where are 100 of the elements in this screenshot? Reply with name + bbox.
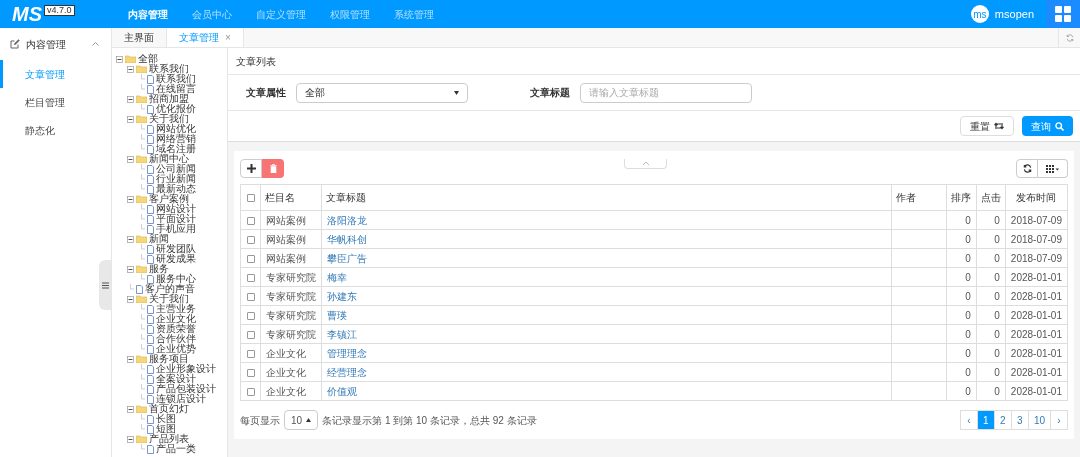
refresh-button[interactable] [1016,159,1038,178]
tree-item[interactable]: 网站设计 [156,204,196,214]
title-link[interactable]: 梅幸 [327,271,347,283]
tree-item[interactable]: 最新动态 [156,184,196,194]
tree-item[interactable]: 新闻中心 [149,154,189,164]
table-cell: 0 [965,252,971,264]
row-checkbox[interactable] [246,273,255,282]
collapse-handle[interactable] [99,260,111,310]
tree-item[interactable]: 网络营销 [156,134,196,144]
tree-item[interactable]: 关于我们 [149,114,189,124]
tree-item[interactable]: 联系我们 [149,64,189,74]
row-checkbox[interactable] [246,387,255,396]
title-link[interactable]: 价值观 [327,385,357,397]
tree-item[interactable]: 客户的声音 [145,284,195,294]
tree-item[interactable]: 长图 [156,414,176,424]
tree-item[interactable]: 合作伙伴 [156,334,196,344]
per-page-select[interactable]: 10 [284,410,319,430]
tree-item[interactable]: 全案设计 [156,374,196,384]
menu-group[interactable]: 内容管理 [10,28,99,60]
collapse-icon[interactable] [127,155,134,163]
collapse-icon[interactable] [127,355,134,363]
tree-item[interactable]: 手机应用 [156,224,196,234]
select-field[interactable]: 全部 [296,82,468,103]
tree-item[interactable]: 关于我们 [149,294,189,304]
table-cell: 网站案例 [266,252,306,264]
collapse-icon[interactable] [127,295,134,303]
row-checkbox[interactable] [246,254,255,263]
collapse-icon[interactable] [127,405,134,413]
collapse-icon[interactable] [127,265,134,273]
table-cell: 企业文化 [266,347,306,359]
sidebar-item[interactable]: 静态化 [0,116,111,144]
tree-item[interactable]: 产品包装设计 [156,384,216,394]
title-link[interactable]: 洛阳洛龙 [327,214,367,226]
sidebar-item[interactable]: 栏目管理 [0,88,111,116]
folder-icon [125,55,136,63]
tree-item[interactable]: 企业优势 [156,344,196,354]
table-cell: 企业文化 [266,385,306,397]
add-button[interactable] [240,159,262,178]
column-header[interactable]: 文章标题 [326,192,366,203]
row-checkbox[interactable] [246,235,255,244]
row-checkbox[interactable] [246,330,255,339]
column-header[interactable]: 栏目名 [265,192,295,203]
tree-item[interactable]: 研发团队 [156,244,196,254]
collapse-icon[interactable] [127,115,134,123]
collapse-icon[interactable] [127,435,134,443]
select-all-checkbox[interactable] [246,194,255,203]
title-link[interactable]: 李镇江 [327,328,357,340]
collapse-toggle[interactable] [624,159,667,169]
collapse-icon[interactable] [127,195,134,203]
tree-item[interactable]: 公司新闻 [156,164,196,174]
title-link[interactable]: 管理理念 [327,347,367,359]
tree-item[interactable]: 服务 [149,264,169,274]
tree-item[interactable]: 产品列表 [149,434,189,444]
collapse-icon[interactable] [116,55,123,63]
row-checkbox[interactable] [246,349,255,358]
tree-item[interactable]: 资质荣誉 [156,324,196,334]
tree-item[interactable]: 产品一类 [156,444,196,454]
title-link[interactable]: 曹瑛 [327,309,347,321]
tree-item[interactable]: 主营业务 [156,304,196,314]
table-cell: 2028-01-01 [1010,366,1062,378]
tree-item[interactable]: 客户案例 [149,194,189,204]
title-link[interactable]: 孙建东 [327,290,357,302]
tree-item[interactable]: 招商加盟 [149,94,189,104]
tree-item[interactable]: 联系我们 [156,74,196,84]
tree-item[interactable]: 全部 [138,54,158,64]
tree-item[interactable]: 平面设计 [156,214,196,224]
tree-item[interactable]: 新闻 [149,234,169,244]
tree-item[interactable]: 短图 [156,424,176,434]
tree-item[interactable]: 研发成果 [156,254,196,264]
title-link[interactable]: 经营理念 [327,366,367,378]
page-button[interactable]: ‹ [959,410,978,430]
tree-item[interactable]: 域名注册 [156,144,196,154]
tree-item[interactable]: 优化报价 [156,104,196,114]
tree-item[interactable]: 企业文化 [156,314,196,324]
tree-item[interactable]: 首页幻灯 [149,404,189,414]
collapse-icon[interactable] [127,95,134,103]
tree-item[interactable]: 服务项目 [149,354,189,364]
tree-item[interactable]: 服务中心 [156,274,196,284]
title-link[interactable]: 攀臣广告 [327,252,367,264]
column-header[interactable]: 作者 [895,192,916,203]
input-field[interactable]: 请输入文章标题 [580,82,752,103]
table-cell: 0 [965,271,971,283]
row-checkbox[interactable] [246,216,255,225]
tree-item[interactable]: 网站优化 [156,124,196,134]
row-checkbox[interactable] [246,292,255,301]
collapse-icon[interactable] [127,65,134,73]
tree-item[interactable]: 企业形象设计 [156,364,216,374]
row-checkbox[interactable] [246,311,255,320]
table-cell: 0 [965,233,971,245]
page-button[interactable]: 10 [1027,410,1051,430]
apps-button[interactable] [1046,0,1080,28]
collapse-icon[interactable] [127,235,134,243]
columns-button[interactable] [1038,159,1068,178]
tree-item[interactable]: 在线留言 [156,84,196,94]
title-link[interactable]: 华帆科创 [327,233,367,245]
page-button[interactable]: › [1050,410,1068,430]
reset-button[interactable]: 重置 [960,116,1014,136]
tree-item[interactable]: 行业新闻 [156,174,196,184]
tree-item[interactable]: 连锁店设计 [156,394,206,404]
row-checkbox[interactable] [246,368,255,377]
